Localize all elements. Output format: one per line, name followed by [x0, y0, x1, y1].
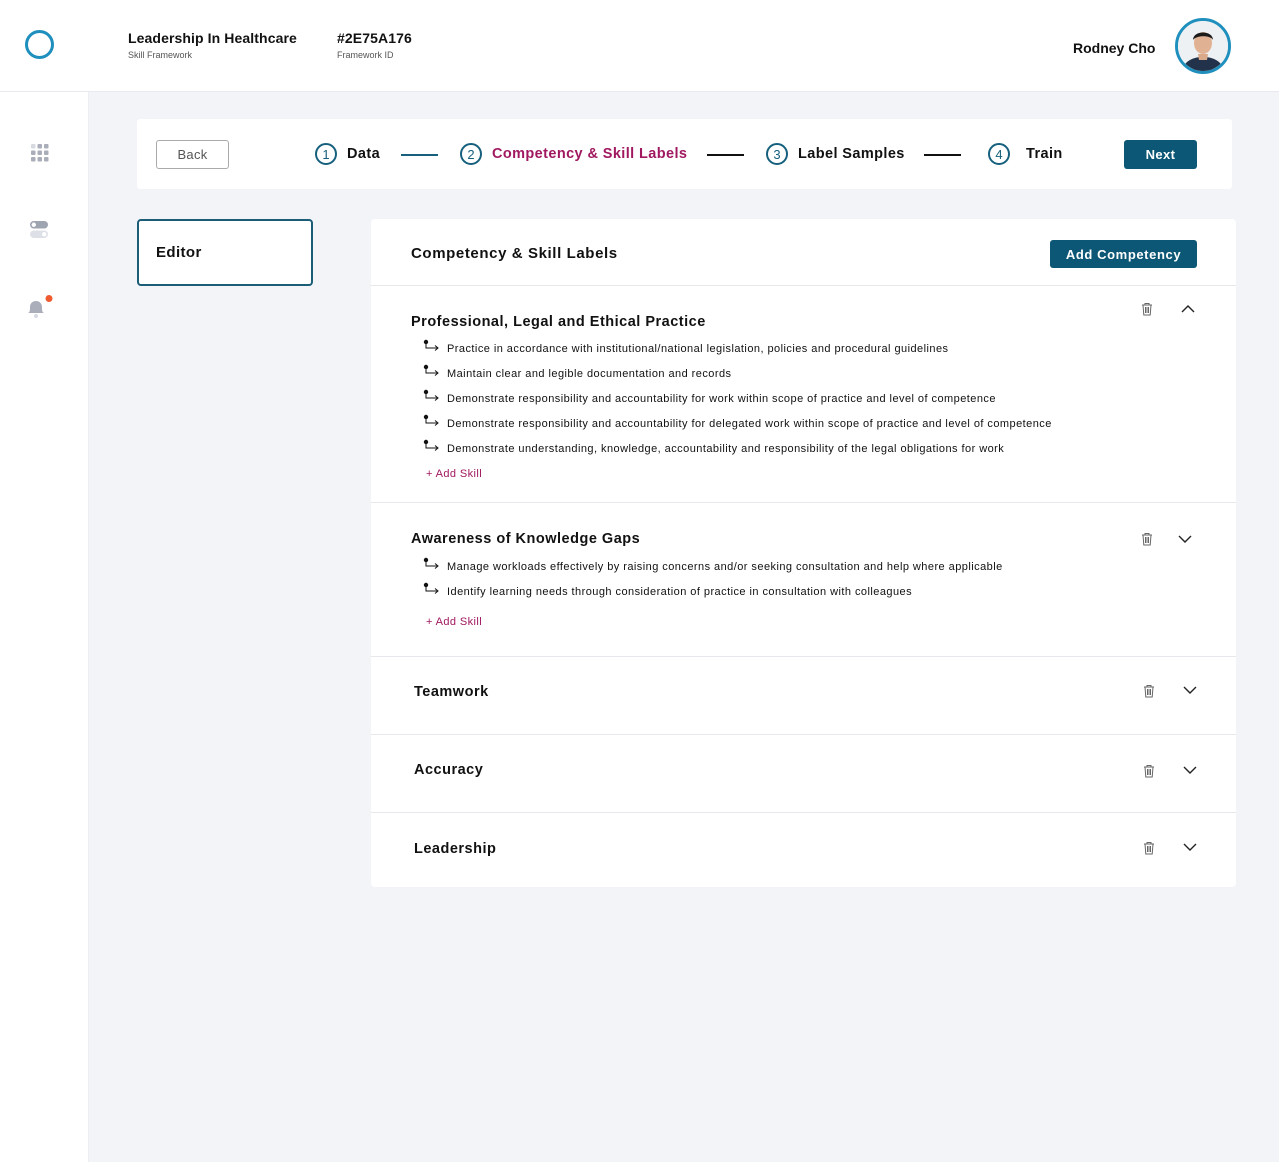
skill-item: Demonstrate understanding, knowledge, ac… — [423, 439, 1004, 455]
skill-item: Demonstrate responsibility and accountab… — [423, 389, 996, 405]
toggle-icon[interactable] — [30, 221, 49, 244]
user-name[interactable]: Rodney Cho — [1073, 40, 1155, 56]
chevron-down-icon[interactable] — [1182, 685, 1198, 695]
step-data[interactable]: 1 Data — [315, 143, 380, 165]
chevron-up-icon[interactable] — [1180, 304, 1196, 314]
editor-tab-label: Editor — [156, 244, 202, 261]
panel-header: Competency & Skill Labels Add Competency — [371, 219, 1236, 286]
sub-arrow-icon — [423, 339, 439, 351]
chevron-down-icon[interactable] — [1182, 765, 1198, 775]
skill-text[interactable]: Manage workloads effectively by raising … — [447, 561, 1003, 573]
skill-text[interactable]: Practice in accordance with institutiona… — [447, 343, 948, 355]
step-label-samples[interactable]: 3 Label Samples — [766, 143, 905, 165]
step-number: 1 — [315, 143, 337, 165]
framework-name-label: Skill Framework — [128, 50, 193, 60]
chevron-down-icon[interactable] — [1182, 842, 1198, 852]
step-label: Data — [347, 146, 381, 162]
framework-name-block: Leadership In Healthcare Skill Framework — [128, 30, 297, 60]
competency-item: Awareness of Knowledge Gaps Manage workl… — [371, 503, 1236, 657]
competency-title[interactable]: Awareness of Knowledge Gaps — [411, 531, 640, 547]
sub-arrow-icon — [423, 389, 439, 401]
trash-icon[interactable] — [1143, 841, 1155, 855]
trash-icon[interactable] — [1143, 684, 1155, 698]
framework-id-label: Framework ID — [337, 50, 394, 60]
step-number: 3 — [766, 143, 788, 165]
left-rail — [0, 92, 89, 1162]
trash-icon[interactable] — [1143, 764, 1155, 778]
step-competency-skill-labels[interactable]: 2 Competency & Skill Labels — [460, 143, 687, 165]
skill-item: Maintain clear and legible documentation… — [423, 364, 732, 380]
step-label: Train — [1026, 146, 1063, 162]
skill-text[interactable]: Maintain clear and legible documentation… — [447, 368, 732, 380]
notification-badge — [45, 295, 53, 302]
trash-icon[interactable] — [1141, 532, 1153, 546]
wizard-stepper: Back 1 Data 2 Competency & Skill Labels … — [137, 119, 1232, 189]
sub-arrow-icon — [423, 557, 439, 569]
sub-arrow-icon — [423, 414, 439, 426]
skill-item: Manage workloads effectively by raising … — [423, 557, 1003, 573]
framework-name: Leadership In Healthcare — [128, 30, 297, 46]
skill-text[interactable]: Demonstrate understanding, knowledge, ac… — [447, 443, 1004, 455]
editor-tab[interactable]: Editor — [137, 219, 313, 286]
competency-item[interactable]: Leadership — [371, 813, 1236, 887]
step-number: 4 — [988, 143, 1010, 165]
trash-icon[interactable] — [1141, 302, 1153, 316]
add-skill-link[interactable]: + Add Skill — [426, 468, 482, 480]
competency-title[interactable]: Leadership — [414, 841, 496, 857]
sub-arrow-icon — [423, 582, 439, 594]
app-logo-icon[interactable] — [25, 30, 54, 59]
add-competency-button[interactable]: Add Competency — [1050, 240, 1197, 268]
competency-title[interactable]: Accuracy — [414, 762, 483, 778]
step-connector — [924, 154, 961, 156]
framework-id: #2E75A176 — [337, 30, 412, 46]
competency-panel: Competency & Skill Labels Add Competency… — [371, 219, 1236, 887]
framework-id-block: #2E75A176 Framework ID — [337, 30, 412, 60]
back-button[interactable]: Back — [156, 140, 229, 169]
step-connector — [707, 154, 744, 156]
grid-icon[interactable] — [31, 144, 49, 167]
panel-title: Competency & Skill Labels — [411, 245, 618, 262]
skill-item: Practice in accordance with institutiona… — [423, 339, 948, 355]
competency-item[interactable]: Teamwork — [371, 657, 1236, 735]
skill-text[interactable]: Identify learning needs through consider… — [447, 586, 912, 598]
competency-title[interactable]: Teamwork — [414, 684, 489, 700]
step-connector — [401, 154, 438, 156]
sub-arrow-icon — [423, 364, 439, 376]
add-skill-link[interactable]: + Add Skill — [426, 616, 482, 628]
sub-arrow-icon — [423, 439, 439, 451]
competency-item: Professional, Legal and Ethical Practice… — [371, 286, 1236, 503]
competency-title[interactable]: Professional, Legal and Ethical Practice — [411, 314, 706, 330]
skill-item: Demonstrate responsibility and accountab… — [423, 414, 1052, 430]
step-train[interactable]: 4 Train — [988, 143, 1063, 165]
next-button[interactable]: Next — [1124, 140, 1197, 169]
skill-text[interactable]: Demonstrate responsibility and accountab… — [447, 393, 996, 405]
skill-text[interactable]: Demonstrate responsibility and accountab… — [447, 418, 1052, 430]
skill-item: Identify learning needs through consider… — [423, 582, 912, 598]
step-number: 2 — [460, 143, 482, 165]
bell-icon[interactable] — [26, 293, 56, 328]
top-header: Leadership In Healthcare Skill Framework… — [0, 0, 1279, 92]
avatar-portrait-icon — [1178, 21, 1228, 71]
user-avatar[interactable] — [1175, 18, 1231, 74]
step-label: Competency & Skill Labels — [492, 146, 688, 162]
chevron-down-icon[interactable] — [1177, 534, 1193, 544]
step-label: Label Samples — [798, 146, 905, 162]
competency-item[interactable]: Accuracy — [371, 735, 1236, 813]
